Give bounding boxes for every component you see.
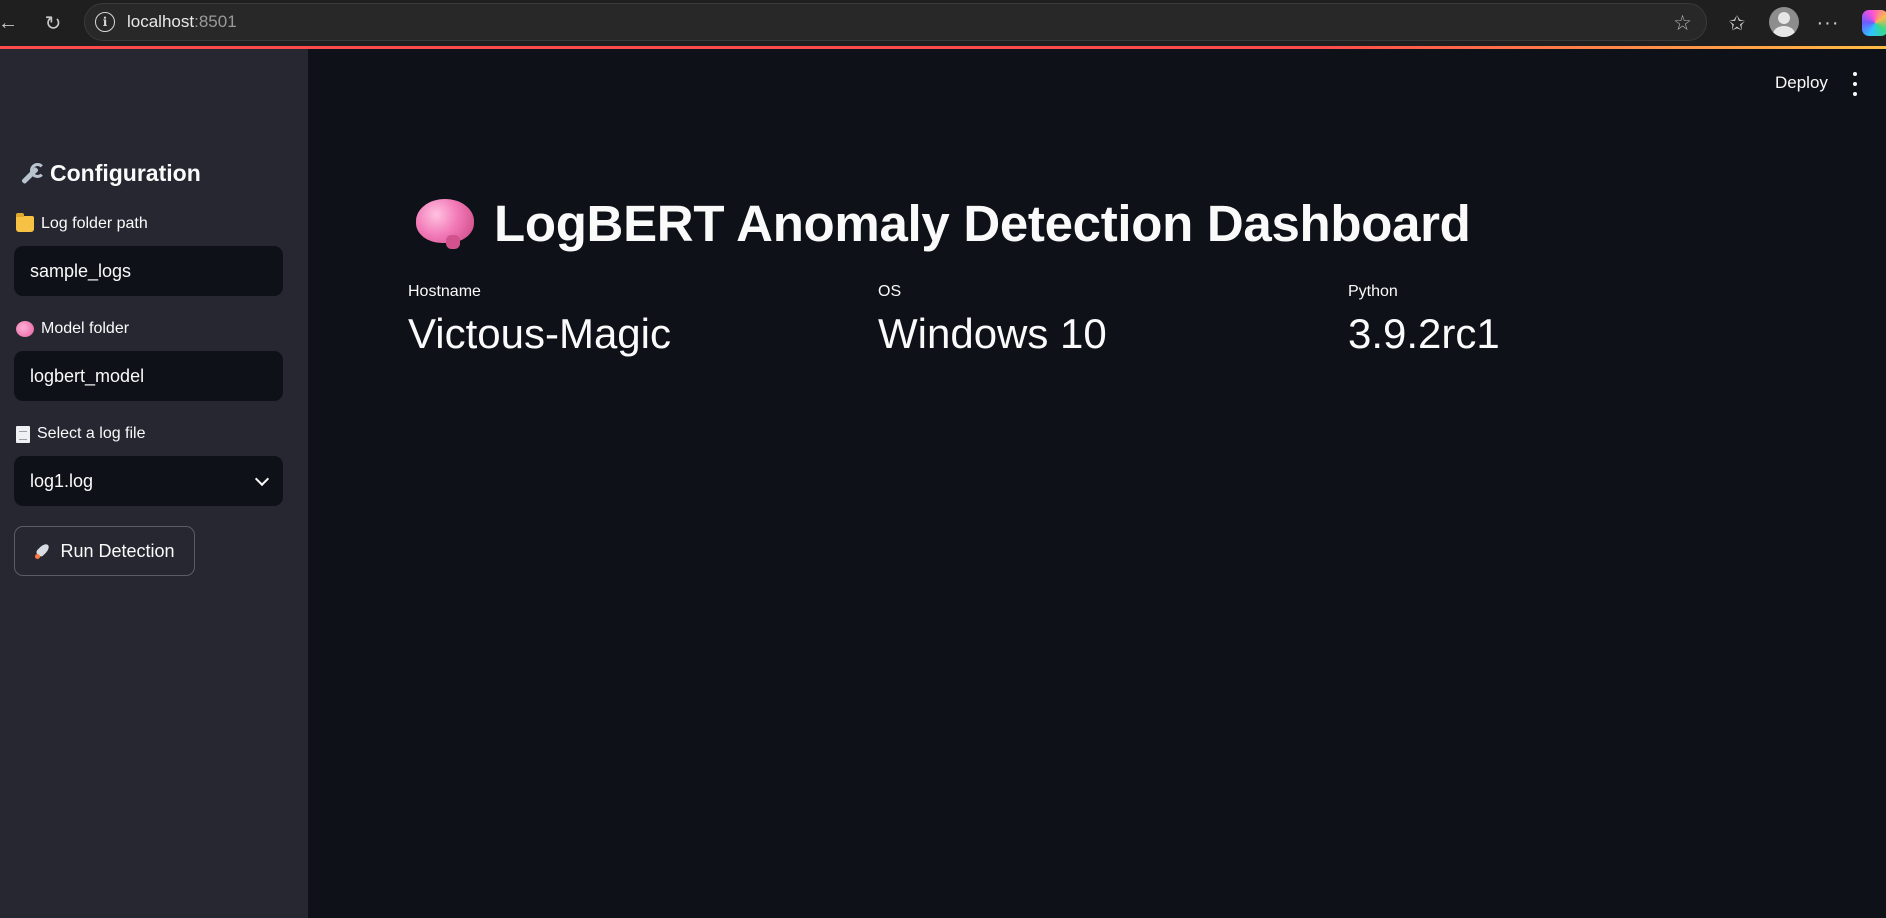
log-folder-input[interactable]: sample_logs: [14, 246, 283, 296]
run-detection-button-label: Run Detection: [60, 540, 175, 561]
sidebar-title-text: Configuration: [50, 160, 201, 186]
more-options-icon[interactable]: ···: [1814, 9, 1842, 37]
page-title-text: LogBERT Anomaly Detection Dashboard: [494, 195, 1471, 252]
site-info-icon[interactable]: i: [95, 12, 115, 32]
favorites-icon[interactable]: ✩: [1723, 9, 1751, 37]
metric-python: Python 3.9.2rc1: [1348, 283, 1500, 358]
brain-icon: [416, 198, 474, 249]
main-menu-icon[interactable]: [1850, 72, 1860, 96]
model-folder-label: Model folder: [16, 320, 129, 338]
model-folder-input[interactable]: logbert_model: [14, 351, 283, 401]
log-file-label: Select a log file: [16, 425, 146, 443]
browser-toolbar: ← ↻ i localhost:8501 ☆ ✩ ···: [0, 0, 1886, 46]
url-host: localhost: [127, 12, 195, 31]
rocket-icon: [34, 542, 52, 560]
address-bar[interactable]: i localhost:8501 ☆: [84, 3, 1707, 41]
bookmark-star-icon[interactable]: ☆: [1673, 11, 1692, 36]
log-folder-label-text: Log folder path: [41, 215, 148, 232]
url-text: localhost:8501: [127, 12, 237, 32]
log-file-select-value: log1.log: [30, 470, 94, 491]
run-detection-button[interactable]: Run Detection: [14, 526, 195, 576]
profile-avatar[interactable]: [1769, 7, 1799, 37]
log-file-label-text: Select a log file: [37, 425, 146, 442]
model-folder-label-text: Model folder: [41, 320, 130, 337]
metric-value: Victous-Magic: [408, 310, 671, 357]
chevron-down-icon: [254, 471, 270, 486]
log-folder-label: Log folder path: [16, 213, 148, 233]
folder-icon: [16, 213, 34, 232]
metric-value: 3.9.2rc1: [1348, 310, 1500, 357]
metric-value: Windows 10: [878, 310, 1107, 357]
url-port: :8501: [194, 12, 237, 31]
metric-hostname: Hostname Victous-Magic: [408, 283, 671, 358]
sidebar-title: Configuration: [18, 160, 201, 187]
brain-icon: [16, 321, 34, 337]
metric-os: OS Windows 10: [878, 283, 1107, 358]
metric-label: OS: [878, 283, 902, 300]
page-title: LogBERT Anomaly Detection Dashboard: [416, 194, 1471, 253]
sidebar: Configuration Log folder path sample_log…: [0, 49, 308, 918]
wrench-icon: [18, 162, 45, 185]
metric-label: Python: [1348, 283, 1398, 300]
copilot-icon[interactable]: [1862, 10, 1886, 36]
metric-label: Hostname: [408, 283, 481, 300]
log-folder-input-value: sample_logs: [30, 260, 132, 281]
model-folder-input-value: logbert_model: [30, 365, 145, 386]
back-arrow-icon[interactable]: ←: [0, 9, 22, 37]
deploy-button[interactable]: Deploy: [1775, 73, 1828, 93]
page-icon: [16, 425, 30, 443]
reload-icon[interactable]: ↻: [39, 9, 67, 37]
log-file-select[interactable]: log1.log: [14, 456, 283, 506]
